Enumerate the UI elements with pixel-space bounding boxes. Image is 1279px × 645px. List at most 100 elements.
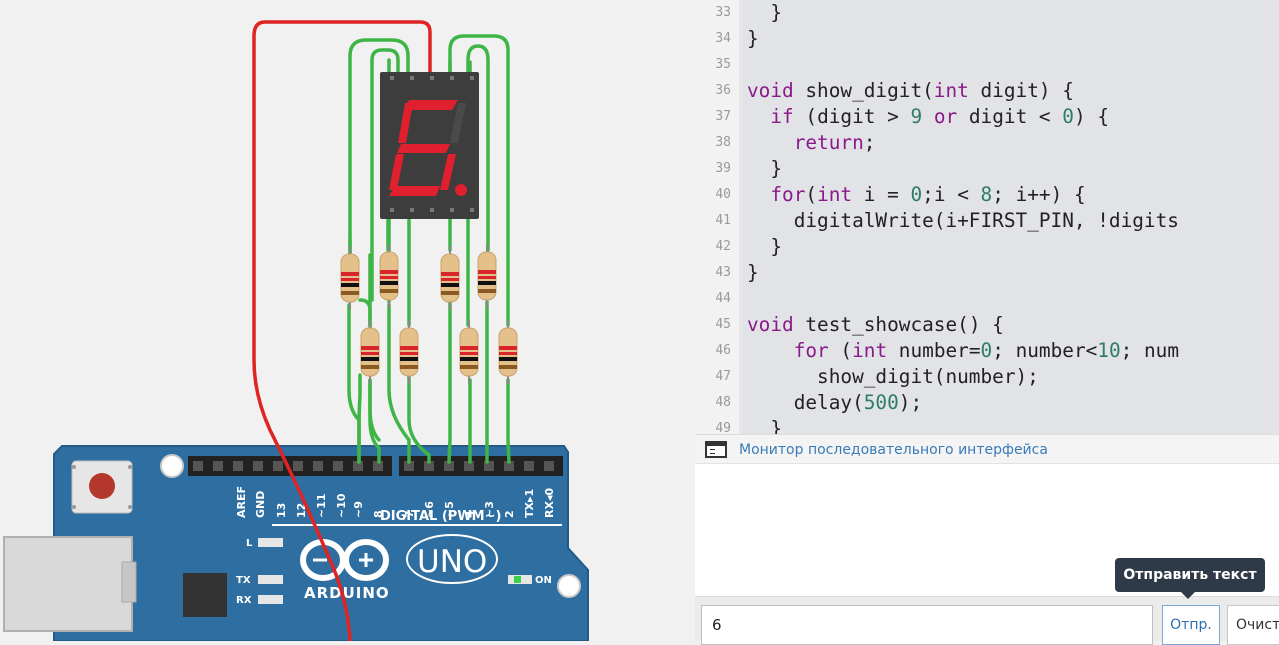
code-line[interactable]: 49 } <box>695 416 1279 434</box>
green-wire[interactable] <box>506 378 511 464</box>
display-dp <box>455 184 467 196</box>
code-line[interactable]: 38 return; <box>695 130 1279 156</box>
clear-button[interactable]: Очист <box>1227 605 1279 645</box>
send-tooltip: Отправить текст <box>1115 558 1265 599</box>
resistor[interactable] <box>379 244 399 308</box>
line-number: 45 <box>715 317 731 332</box>
send-button[interactable]: Отпр. <box>1162 605 1220 645</box>
line-number: 44 <box>715 291 731 306</box>
mounting-hole <box>557 574 581 598</box>
line-number: 38 <box>715 135 731 150</box>
pin-label: 4 <box>463 510 476 518</box>
line-number: 36 <box>715 83 731 98</box>
pin-label: TX▸1 <box>523 489 536 518</box>
code-line[interactable]: 43} <box>695 260 1279 286</box>
code-text[interactable]: } <box>747 260 759 286</box>
green-wire[interactable] <box>447 298 452 464</box>
arduino-brand-text: ARDUINO <box>304 584 390 602</box>
pin-label: ~11 <box>315 493 328 518</box>
code-text[interactable]: for(int i = 0;i < 8; i++) { <box>747 182 1085 208</box>
code-line[interactable]: 47 show_digit(number); <box>695 364 1279 390</box>
uno-model-text: UNO <box>417 544 487 580</box>
code-text[interactable]: } <box>747 234 782 260</box>
code-text[interactable]: void show_digit(int digit) { <box>747 78 1074 104</box>
reset-button[interactable] <box>71 460 133 514</box>
code-line[interactable]: 46 for (int number=0; number<10; num <box>695 338 1279 364</box>
serial-monitor-icon <box>705 441 727 458</box>
serial-monitor-header: Монитор последовательного интерфейса <box>695 434 1279 464</box>
code-line[interactable]: 39 } <box>695 156 1279 182</box>
pin-label: AREF <box>235 486 248 518</box>
pin-label: 8 <box>372 510 385 518</box>
line-number: 49 <box>715 421 731 434</box>
code-line[interactable]: 41 digitalWrite(i+FIRST_PIN, !digits <box>695 208 1279 234</box>
code-text[interactable]: show_digit(number); <box>747 364 1039 390</box>
pin-label: ~5 <box>443 501 456 518</box>
resistor[interactable] <box>498 320 518 384</box>
code-text[interactable]: } <box>747 0 782 26</box>
resistor[interactable] <box>440 246 460 310</box>
line-number: 47 <box>715 369 731 384</box>
code-line[interactable]: 40 for(int i = 0;i < 8; i++) { <box>695 182 1279 208</box>
line-number: 43 <box>715 265 731 280</box>
resistor[interactable] <box>399 320 419 384</box>
line-number: 40 <box>715 187 731 202</box>
code-text[interactable]: if (digit > 9 or digit < 0) { <box>747 104 1109 130</box>
code-text[interactable]: return; <box>747 130 876 156</box>
code-text[interactable]: digitalWrite(i+FIRST_PIN, !digits <box>747 208 1179 234</box>
pin-label: ~9 <box>352 501 365 518</box>
usb-port <box>3 536 133 632</box>
serial-monitor-title: Монитор последовательного интерфейса <box>739 442 1048 458</box>
code-editor[interactable]: 33 } 34} 35 36 void show_digit(int digit) {3… <box>695 0 1279 434</box>
code-line[interactable]: 35 <box>695 52 1279 78</box>
code-line[interactable]: 48 delay(500); <box>695 390 1279 416</box>
circuit-canvas[interactable]: L TX RX ON DIGITAL (PWM~) AREF GND 13 12 ~11… <box>0 0 695 641</box>
arduino-board[interactable]: L TX RX ON DIGITAL (PWM~) AREF GND 13 12 ~11… <box>3 445 589 641</box>
code-line[interactable]: 42 } <box>695 234 1279 260</box>
green-wire[interactable] <box>347 303 361 464</box>
led-label-tx: TX <box>236 575 251 586</box>
line-number: 42 <box>715 239 731 254</box>
code-text[interactable]: delay(500); <box>747 390 922 416</box>
code-line[interactable]: 37 if (digit > 9 or digit < 0) { <box>695 104 1279 130</box>
pin-label: ~3 <box>483 501 496 518</box>
code-text[interactable]: for (int number=0; number<10; num <box>747 338 1179 364</box>
pin-header-right <box>399 456 563 476</box>
code-text[interactable]: void test_showcase() { <box>747 312 1004 338</box>
seven-segment-display[interactable] <box>380 72 479 219</box>
resistor[interactable] <box>459 320 479 384</box>
pin-label: 7 <box>403 510 416 518</box>
pin-label: RX◂0 <box>543 488 556 518</box>
led-label-rx: RX <box>236 595 252 606</box>
resistor[interactable] <box>360 320 380 384</box>
pin-label: 13 <box>275 503 288 518</box>
resistor[interactable] <box>477 244 497 308</box>
led-rx <box>258 595 283 604</box>
code-line[interactable]: 33 } <box>695 0 1279 26</box>
atmega-chip <box>183 573 227 617</box>
line-number: 48 <box>715 395 731 410</box>
led-label-l: L <box>246 538 253 549</box>
code-line[interactable]: 44 <box>695 286 1279 312</box>
code-text[interactable]: } <box>747 26 759 52</box>
line-number: 35 <box>715 57 731 72</box>
pin-label: ~10 <box>335 493 348 518</box>
code-line[interactable]: 45 void test_showcase() { <box>695 312 1279 338</box>
pin-label: GND <box>254 491 267 518</box>
serial-input-field[interactable] <box>701 605 1153 645</box>
mounting-hole <box>160 454 184 478</box>
led-tx <box>258 575 283 584</box>
circuit-svg[interactable]: L TX RX ON DIGITAL (PWM~) AREF GND 13 12 ~11… <box>0 0 695 641</box>
line-number: 33 <box>715 5 731 20</box>
display-segment <box>397 144 450 153</box>
line-number: 41 <box>715 213 731 228</box>
resistor[interactable] <box>340 246 360 310</box>
code-text[interactable]: } <box>747 156 782 182</box>
code-text[interactable]: } <box>747 416 782 434</box>
code-line[interactable]: 36 void show_digit(int digit) { <box>695 78 1279 104</box>
code-line[interactable]: 34} <box>695 26 1279 52</box>
serial-input-bar: Отпр. Очист <box>695 596 1279 645</box>
pin-label: ~6 <box>423 501 436 518</box>
led-l <box>258 538 283 547</box>
line-number: 37 <box>715 109 731 124</box>
